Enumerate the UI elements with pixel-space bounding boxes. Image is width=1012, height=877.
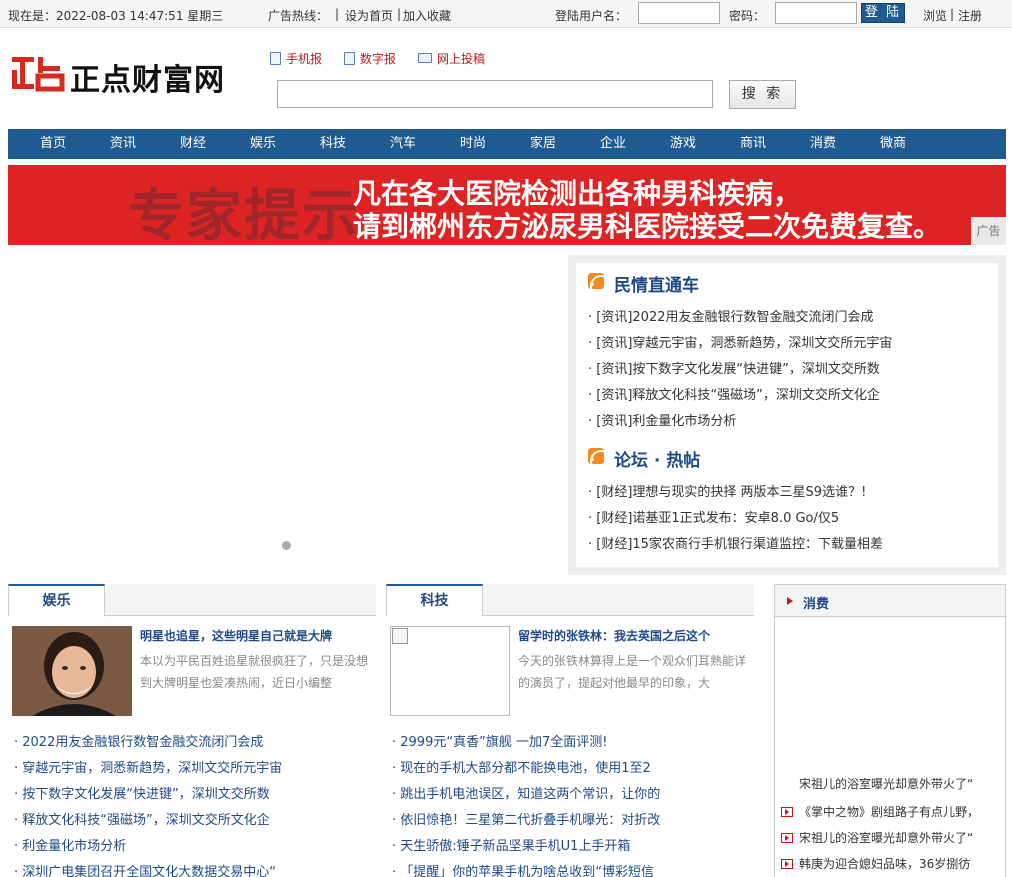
tech-thumbnail[interactable] bbox=[390, 626, 510, 716]
video-list-item[interactable]: 韩庚为迎合媳妇品味，36岁捌彷 bbox=[781, 855, 970, 872]
register-link[interactable]: 注册 bbox=[958, 7, 982, 24]
video-icon bbox=[781, 807, 793, 817]
triangle-right-icon bbox=[787, 597, 793, 605]
nav-item-home[interactable]: 首页 bbox=[40, 129, 66, 159]
entertainment-headline[interactable]: 明星也追星，这些明星自己就是大牌 bbox=[140, 627, 332, 644]
separator: | bbox=[335, 7, 340, 21]
list-item[interactable]: · 深圳广电集团召开全国文化大数据交易中心“ bbox=[14, 861, 276, 877]
section-title-public-express: 民情直通车 bbox=[614, 276, 699, 296]
nav-item-tech[interactable]: 科技 bbox=[320, 129, 346, 159]
logo-mark-icon bbox=[12, 57, 65, 92]
consumer-video-caption[interactable]: 宋祖儿的浴室曝光却意外带火了“ bbox=[799, 775, 973, 792]
nav-item-auto[interactable]: 汽车 bbox=[390, 129, 416, 159]
list-item[interactable]: · 天生骄傲:锤子新品坚果手机U1上手开箱 bbox=[392, 835, 630, 854]
list-item[interactable]: · 2999元“真香”旗舰 一加7全面评测! bbox=[392, 731, 607, 750]
site-logo[interactable]: 正点财富网 bbox=[10, 52, 225, 98]
username-label: 登陆用户名： bbox=[555, 9, 628, 23]
list-item[interactable]: · [资讯]2022用友金融银行数智金融交流闭门会成 bbox=[588, 306, 874, 325]
rss-icon bbox=[588, 448, 604, 464]
nav-item-consumer[interactable]: 消费 bbox=[810, 129, 836, 159]
slide-indicator-dot[interactable] bbox=[282, 541, 291, 550]
list-item[interactable]: · 释放文化科技“强磁场”，深圳文交所文化企 bbox=[14, 809, 270, 828]
list-item[interactable]: · [资讯]利金量化市场分析 bbox=[588, 410, 736, 429]
nav-item-commerce-news[interactable]: 商讯 bbox=[740, 129, 766, 159]
list-item[interactable]: · 现在的手机大部分都不能换电池，使用1至2 bbox=[392, 757, 651, 776]
tab-tech[interactable]: 科技 bbox=[386, 584, 483, 617]
list-item[interactable]: · 跳出手机电池误区，知道这两个常识，让你的 bbox=[392, 783, 660, 802]
set-home-link[interactable]: 设为首页 bbox=[345, 7, 393, 24]
tech-headline[interactable]: 留学时的张铁林：我去英国之后这个 bbox=[518, 627, 710, 644]
digital-paper-link[interactable]: 数字报 bbox=[344, 50, 396, 67]
search-input[interactable] bbox=[277, 80, 713, 108]
list-item[interactable]: · [资讯]穿越元宇宙，洞悉新趋势，深圳文交所元宇宙 bbox=[588, 332, 892, 351]
list-item[interactable]: · 「提醒」你的苹果手机为啥总收到“博彩短信 bbox=[392, 861, 654, 877]
list-item[interactable]: · [财经]15家农商行手机银行渠道监控：下载量相差 bbox=[588, 533, 883, 552]
entertainment-thumbnail[interactable] bbox=[12, 626, 132, 716]
entertainment-summary-line: 到大牌明星也爱凑热闹，近日小编整 bbox=[140, 676, 333, 690]
slideshow[interactable] bbox=[8, 255, 564, 573]
video-icon bbox=[781, 859, 793, 869]
login-button[interactable]: 登 陆 bbox=[861, 3, 905, 23]
list-item[interactable]: · 穿越元宇宙，洞悉新趋势，深圳文交所元宇宙 bbox=[14, 757, 282, 776]
password-input[interactable] bbox=[775, 2, 857, 24]
tab-entertainment[interactable]: 娱乐 bbox=[8, 584, 105, 617]
video-list-item[interactable]: 宋祖儿的浴室曝光却意外带火了“ bbox=[781, 829, 973, 846]
nav-item-games[interactable]: 游戏 bbox=[670, 129, 696, 159]
mobile-news-link[interactable]: 手机报 bbox=[270, 50, 322, 67]
phone-icon bbox=[270, 52, 281, 65]
tech-column: 科技 留学时的张铁林：我去英国之后这个 今天的张铁林算得上是一个观众们耳熟能详 … bbox=[386, 584, 754, 877]
entertainment-column: 娱乐 明星也追星，这些明星自己就是大牌 本以为平民百姓追星就很疯狂了，只是没想 … bbox=[8, 584, 376, 877]
section-title-forum-hot: 论坛 · 热帖 bbox=[614, 451, 701, 471]
list-item[interactable]: · 依旧惊艳！三星第二代折叠手机曝光：对折改 bbox=[392, 809, 660, 828]
info-panel-inner: 民情直通车 · [资讯]2022用友金融银行数智金融交流闭门会成 · [资讯]穿… bbox=[576, 263, 998, 567]
nav-item-finance[interactable]: 财经 bbox=[180, 129, 206, 159]
top-bar: 现在是：2022-08-03 14:47:51 星期三 广告热线： | 设为首页… bbox=[0, 0, 1012, 28]
current-date: 现在是：2022-08-03 14:47:51 星期三 bbox=[8, 9, 224, 23]
consumer-header: 消费 bbox=[775, 585, 1005, 617]
video-icon bbox=[781, 833, 793, 843]
tech-summary-line: 的演员了，提起对他最早的印象，大 bbox=[518, 676, 711, 690]
banner-line-2: 请到郴州东方泌尿男科医院接受二次免费复查。 bbox=[353, 210, 942, 243]
list-item[interactable]: · [资讯]释放文化科技“强磁场”，深圳文交所文化企 bbox=[588, 384, 880, 403]
ad-hotline-label: 广告热线： bbox=[268, 9, 329, 23]
ad-label: 广告 bbox=[971, 217, 1006, 245]
rss-icon bbox=[588, 273, 604, 289]
mail-icon bbox=[418, 53, 432, 63]
document-icon bbox=[344, 52, 355, 65]
password-label: 密码： bbox=[729, 9, 766, 23]
list-item[interactable]: · 按下数字文化发展“快进键”，深圳文交所数 bbox=[14, 783, 270, 802]
list-item[interactable]: · [财经]理想与现实的抉择 两版本三星S9选谁？! bbox=[588, 481, 866, 500]
consumer-box: 消费 宋祖儿的浴室曝光却意外带火了“ 《掌中之物》剧组路子有点儿野， 宋祖儿的浴… bbox=[774, 584, 1006, 877]
username-input[interactable] bbox=[638, 2, 720, 24]
submit-article-link[interactable]: 网上投稿 bbox=[418, 50, 485, 67]
consumer-title: 消费 bbox=[803, 597, 830, 612]
info-panel: 民情直通车 · [资讯]2022用友金融银行数智金融交流闭门会成 · [资讯]穿… bbox=[568, 255, 1006, 575]
search-button[interactable]: 搜 索 bbox=[729, 80, 796, 109]
list-item[interactable]: · [资讯]按下数字文化发展“快进键”，深圳文交所数 bbox=[588, 358, 880, 377]
entertainment-summary-line: 本以为平民百姓追星就很疯狂了，只是没想 bbox=[140, 654, 369, 668]
banner-headline: 专家提示 bbox=[128, 184, 360, 245]
main-nav: 首页 资讯 财经 娱乐 科技 汽车 时尚 家居 企业 游戏 商讯 消费 微商 bbox=[8, 129, 1006, 159]
ad-banner[interactable]: 专家提示 凡在各大医院检测出各种男科疾病， 请到郴州东方泌尿男科医院接受二次免费… bbox=[8, 165, 1006, 245]
browse-link[interactable]: 浏览 bbox=[923, 7, 947, 24]
logo-text: 正点财富网 bbox=[70, 63, 225, 98]
list-item[interactable]: · 2022用友金融银行数智金融交流闭门会成 bbox=[14, 731, 263, 750]
list-item[interactable]: · [财经]诺基亚1正式发布：安卓8.0 Go/仅5 bbox=[588, 507, 839, 526]
tech-summary-line: 今天的张铁林算得上是一个观众们耳熟能详 bbox=[518, 654, 747, 668]
nav-item-fashion[interactable]: 时尚 bbox=[460, 129, 486, 159]
nav-item-news[interactable]: 资讯 bbox=[110, 129, 136, 159]
nav-item-entertainment[interactable]: 娱乐 bbox=[250, 129, 276, 159]
video-list-item[interactable]: 《掌中之物》剧组路子有点儿野， bbox=[781, 803, 979, 820]
nav-item-micro-business[interactable]: 微商 bbox=[880, 129, 906, 159]
list-item[interactable]: · 利金量化市场分析 bbox=[14, 835, 126, 854]
separator: | bbox=[397, 7, 402, 21]
nav-item-home-living[interactable]: 家居 bbox=[530, 129, 556, 159]
separator: | bbox=[950, 7, 955, 21]
add-favorite-link[interactable]: 加入收藏 bbox=[403, 7, 451, 24]
nav-item-business[interactable]: 企业 bbox=[600, 129, 626, 159]
